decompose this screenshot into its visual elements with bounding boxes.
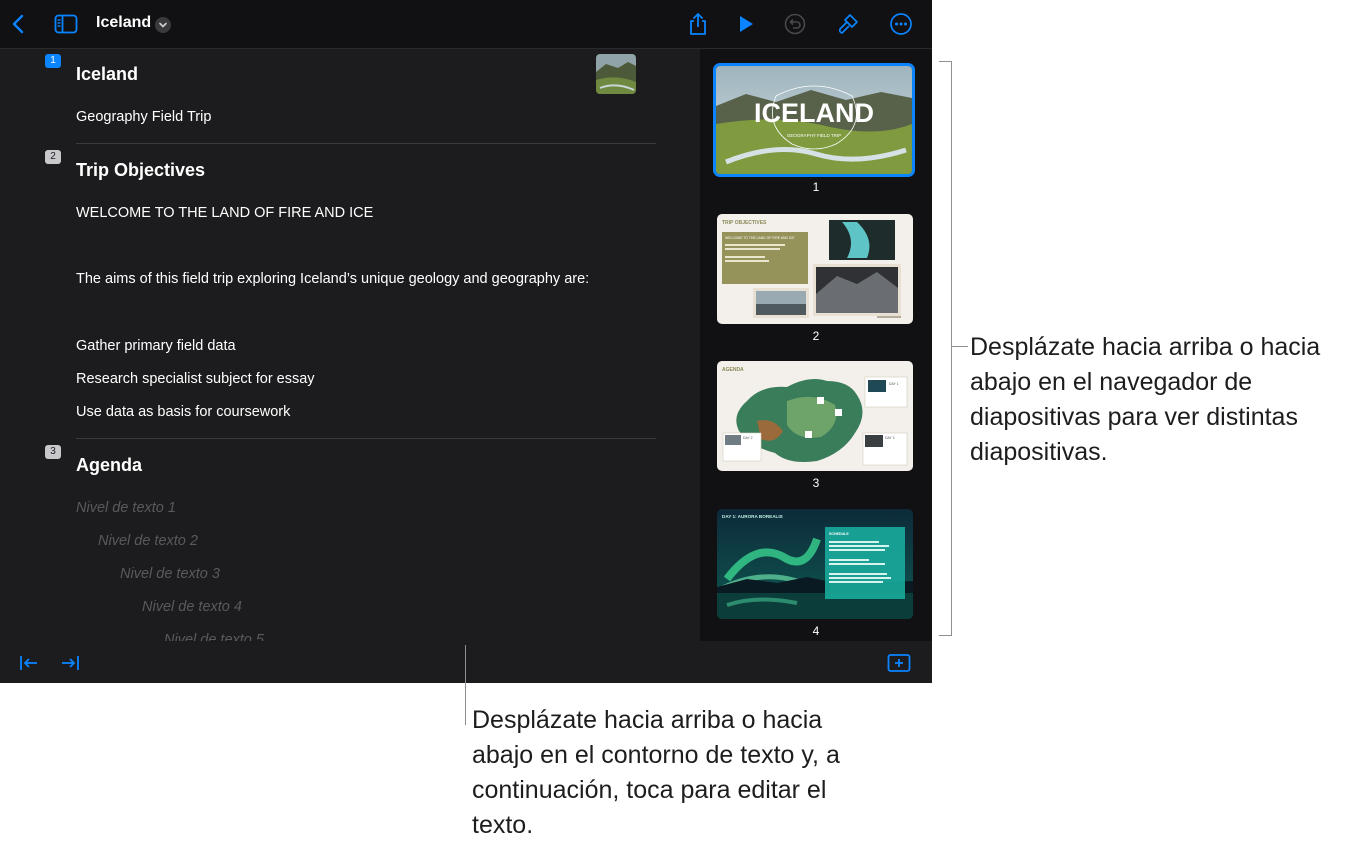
slide-thumbnail-number: 4 [812, 624, 820, 638]
thumb-heading: AGENDA [722, 367, 744, 373]
slide-image-thumbnail[interactable] [596, 54, 636, 94]
outline-text-line[interactable]: Geography Field Trip [76, 109, 211, 125]
outline-slide-title[interactable]: Trip Objectives [76, 160, 205, 181]
more-icon[interactable] [889, 12, 913, 36]
outline-slide-number[interactable]: 3 [45, 445, 61, 459]
slide-thumbnail-number: 3 [812, 476, 820, 490]
outline-slide-title[interactable]: Agenda [76, 455, 142, 476]
thumb-day-label: DAY 1 [889, 382, 899, 386]
undo-icon[interactable] [783, 12, 807, 36]
thumb-box-title: WELCOME TO THE LAND OF FIRE AND ICE [725, 236, 795, 240]
outline-text-line[interactable]: Research specialist subject for essay [76, 371, 315, 387]
thumb-day-label: DAY 2 [743, 436, 753, 440]
slide-divider [76, 438, 656, 439]
thumb-heading: TRIP OBJECTIVES [722, 220, 767, 226]
back-chevron-icon[interactable] [6, 12, 30, 36]
top-toolbar: Iceland [0, 0, 932, 49]
play-icon[interactable] [734, 12, 758, 36]
callout-bracket [939, 635, 952, 636]
slide-divider [76, 143, 656, 144]
callout-leader-line [465, 645, 466, 725]
indent-icon[interactable] [58, 651, 82, 675]
title-menu-chevron-icon[interactable] [155, 17, 171, 33]
add-slide-icon[interactable] [887, 651, 911, 675]
outline-text-line[interactable]: WELCOME TO THE LAND OF FIRE AND ICE [76, 205, 373, 221]
outline-callout-text: Desplázate hacia arriba o hacia abajo en… [472, 706, 840, 839]
sidebar-icon[interactable] [54, 12, 78, 36]
format-brush-icon[interactable] [836, 12, 860, 36]
bottom-toolbar [0, 641, 932, 683]
outline-placeholder-level-5[interactable]: Nivel de texto 5 [164, 632, 264, 641]
slide-thumbnail-number: 1 [812, 180, 820, 194]
outline-slide-title[interactable]: Iceland [76, 64, 138, 85]
thumb-day-label: DAY 3 [885, 436, 895, 440]
callout-bracket [951, 61, 952, 635]
share-icon[interactable] [686, 12, 710, 36]
thumb-heading: ICELAND [754, 98, 874, 128]
slide-thumbnail[interactable]: AGENDA DAY 1 DAY 2 DAY 3 [717, 361, 913, 471]
outline-slide-number[interactable]: 2 [45, 150, 61, 164]
navigator-callout-text: Desplázate hacia arriba o hacia abajo en… [970, 333, 1321, 466]
outline-placeholder-level-4[interactable]: Nivel de texto 4 [142, 599, 242, 615]
slide-navigator[interactable]: ICELAND GEOGRAPHY FIELD TRIP 1 TRIP OBJE… [700, 49, 932, 641]
callout-leader-line [951, 346, 968, 347]
outline-text-line[interactable]: The aims of this field trip exploring Ic… [76, 271, 589, 287]
slide-thumbnail[interactable]: DAY 1: AURORA BOREALIS SCHEDULE [717, 509, 913, 619]
outline-text-line[interactable]: Gather primary field data [76, 338, 236, 354]
text-outline-view[interactable]: 1 Iceland Geography Field Trip 2 Trip Ob… [0, 49, 700, 641]
slide-thumbnail[interactable]: TRIP OBJECTIVES WELCOME TO THE LAND OF F… [717, 214, 913, 324]
outline-placeholder-level-3[interactable]: Nivel de texto 3 [120, 566, 220, 582]
slide-thumbnail-number: 2 [812, 329, 820, 343]
outline-placeholder-level-1[interactable]: Nivel de texto 1 [76, 500, 176, 516]
outline-placeholder-level-2[interactable]: Nivel de texto 2 [98, 533, 198, 549]
keynote-app-window: Iceland 1 Iceland Geography Field Trip 2… [0, 0, 932, 683]
thumb-heading: DAY 1: AURORA BOREALIS [722, 514, 783, 519]
slide-thumbnail[interactable]: ICELAND GEOGRAPHY FIELD TRIP [713, 63, 915, 177]
outdent-icon[interactable] [17, 651, 41, 675]
document-title[interactable]: Iceland [96, 14, 151, 32]
callout-bracket [939, 61, 951, 62]
outline-text-line[interactable]: Use data as basis for coursework [76, 404, 290, 420]
outline-slide-number[interactable]: 1 [45, 54, 61, 68]
thumb-box-title: SCHEDULE [829, 532, 849, 536]
thumb-subheading: GEOGRAPHY FIELD TRIP [787, 133, 841, 138]
